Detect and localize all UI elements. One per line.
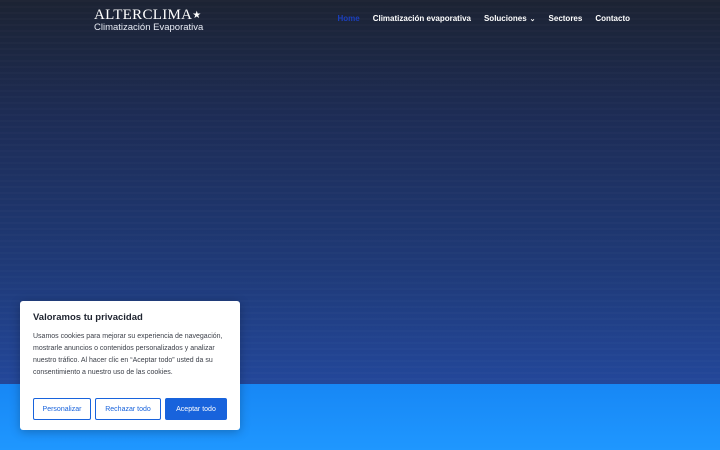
nav-item-sectores[interactable]: Sectores: [549, 14, 583, 23]
nav-item-home[interactable]: Home: [337, 14, 359, 23]
cookie-consent-banner: Valoramos tu privacidad Usamos cookies p…: [20, 301, 240, 430]
star-icon: ★: [192, 10, 202, 21]
nav-item-soluciones-label: Soluciones: [483, 14, 527, 23]
nav-item-contacto[interactable]: Contacto: [595, 14, 630, 23]
accept-all-button[interactable]: Aceptar todo: [165, 398, 227, 420]
reject-all-button[interactable]: Rechazar todo: [95, 398, 161, 420]
cookie-description: Usamos cookies para mejorar su experienc…: [33, 333, 223, 376]
chevron-down-icon: ⌄: [529, 16, 536, 23]
main-navigation: Home Climatización evaporativa Solucione…: [337, 14, 630, 23]
cookie-button-row: Personalizar Rechazar todo Aceptar todo: [33, 398, 227, 420]
logo-wordmark: ALTERCLIMA★: [94, 7, 202, 23]
customize-button[interactable]: Personalizar: [33, 398, 91, 420]
nav-item-soluciones[interactable]: Soluciones ⌄: [484, 14, 536, 23]
site-logo[interactable]: ALTERCLIMA★ Climatización Evaporativa: [94, 7, 204, 34]
site-header: ALTERCLIMA★ Climatización Evaporativa Ho…: [0, 0, 720, 40]
logo-tagline: Climatización Evaporativa: [94, 22, 204, 33]
nav-item-climatizacion[interactable]: Climatización evaporativa: [373, 14, 471, 23]
cookie-title: Valoramos tu privacidad: [33, 312, 143, 323]
